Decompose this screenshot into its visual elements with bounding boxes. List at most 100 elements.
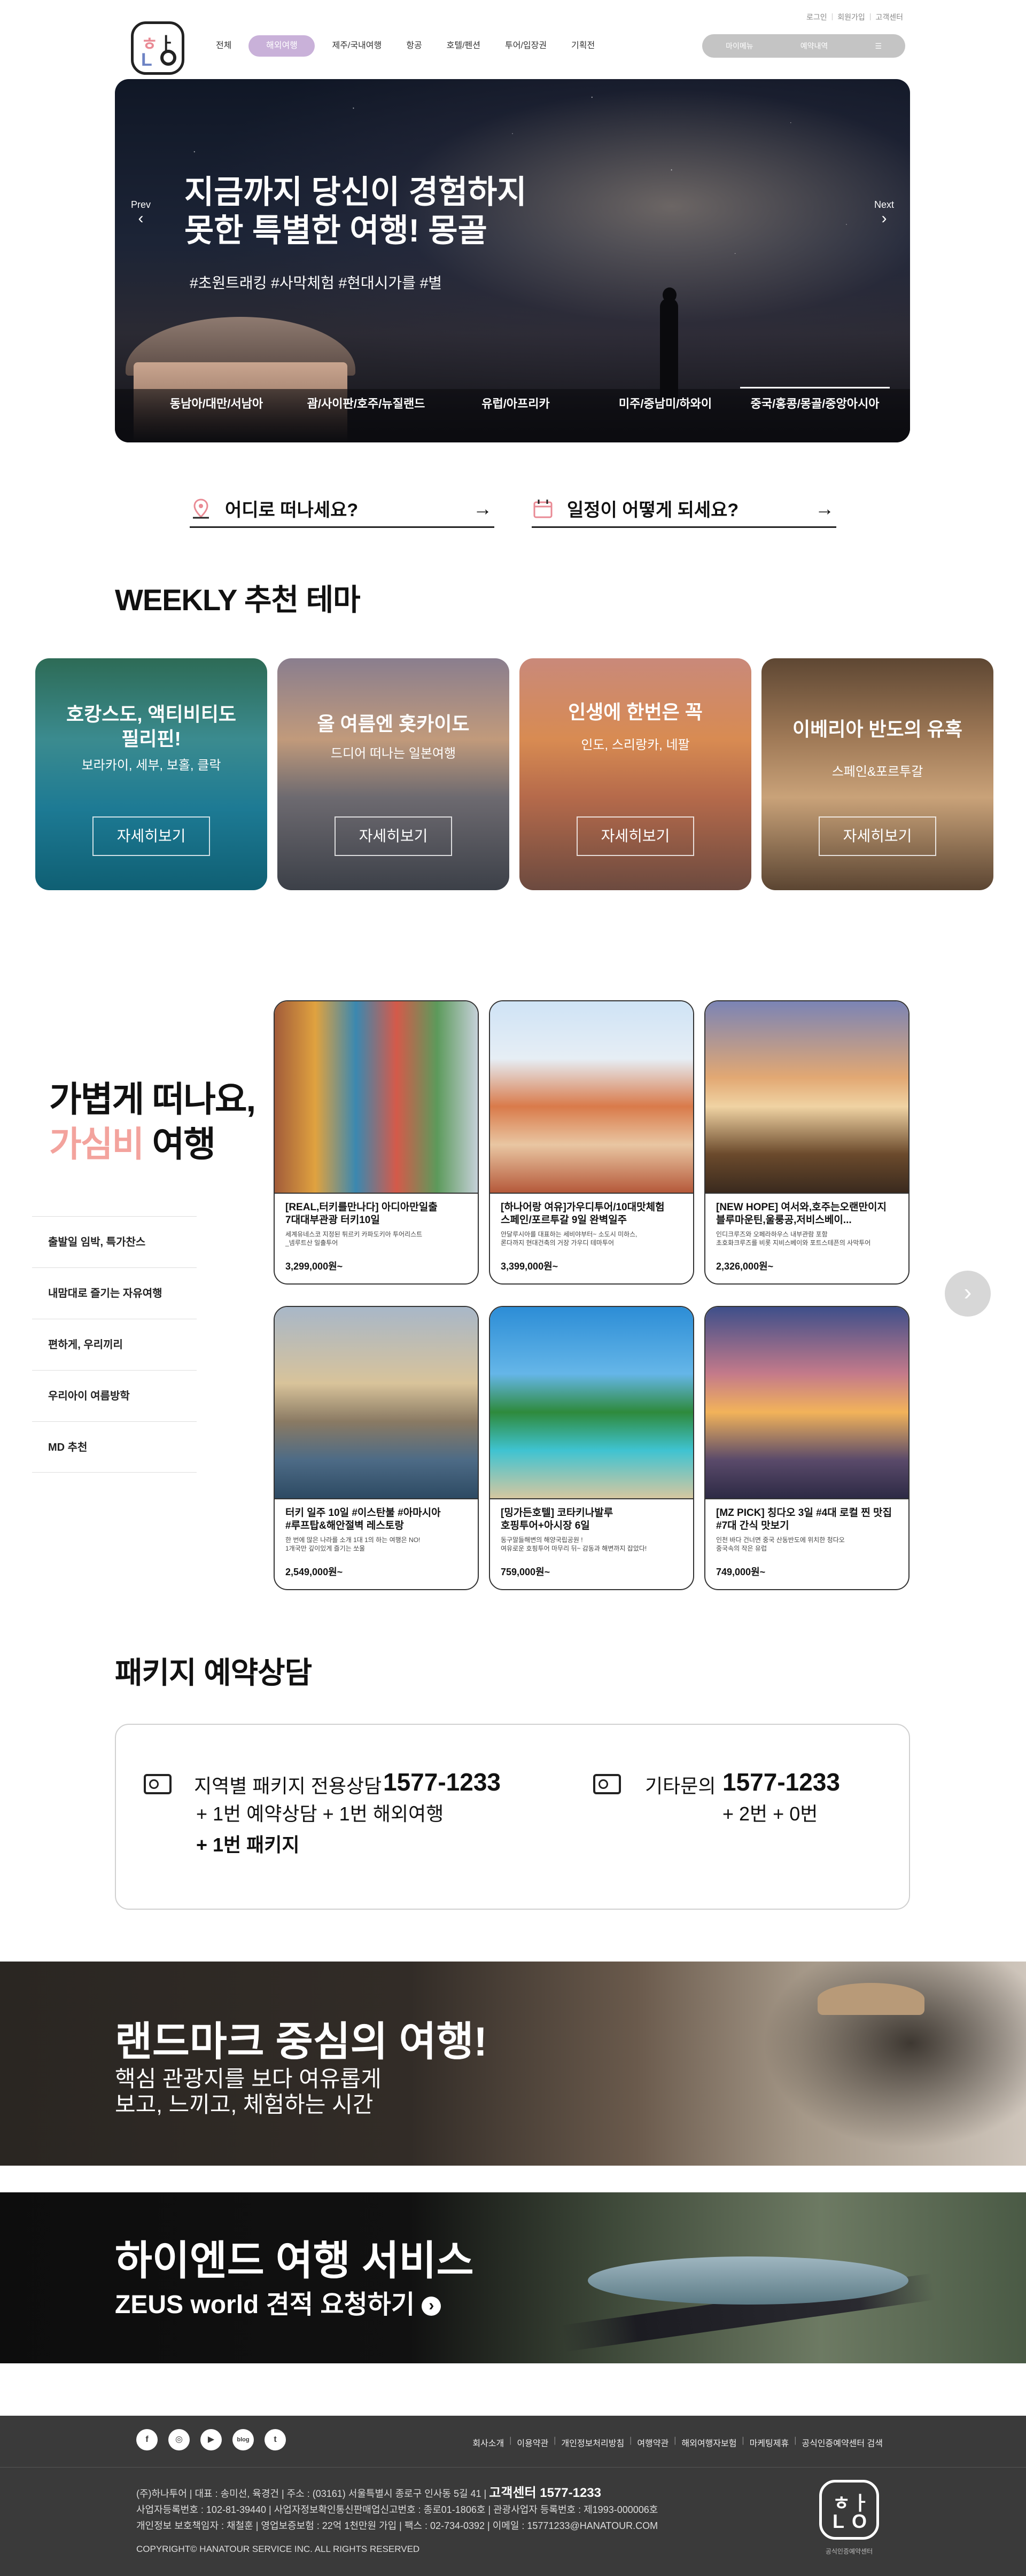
package-description: 인천 바다 건너면 중국 산동반도에 위치한 청다오 중국속의 작은 유럽 xyxy=(716,1536,845,1552)
my-menu-button[interactable]: 마이메뉴 xyxy=(726,41,753,51)
footer-link-terms[interactable]: 이용약관 xyxy=(517,2436,548,2449)
package-name: 터키 일주 10일 #이스탄불 #아마시아 #루프탑&해안절벽 레스토랑 xyxy=(285,1507,441,1531)
hero-prev-button[interactable]: Prev ‹ xyxy=(131,199,151,227)
banner-title: 하이엔드 여행 서비스 xyxy=(115,2238,474,2284)
nav-item-domestic[interactable]: 제주/국내여행 xyxy=(324,35,389,57)
package-card[interactable]: [MZ PICK] 칭다오 3일 #4대 로컬 찐 맛집 #7대 간식 맛보기 … xyxy=(704,1306,910,1590)
nav-item-promotion[interactable]: 기획전 xyxy=(564,35,602,57)
package-price: 2,326,000원~ xyxy=(716,1261,774,1272)
package-description: 한 번에 많은 나라를 소개 1대 1의 하는 여행은 NO! 1개국만 깊이있… xyxy=(285,1536,421,1552)
calendar-icon xyxy=(532,497,554,520)
package-image xyxy=(490,1001,693,1194)
consult-title: 패키지 예약상담 xyxy=(115,1656,312,1690)
package-card[interactable]: 터키 일주 10일 #이스탄불 #아마시아 #루프탑&해안절벽 레스토랑 한 번… xyxy=(274,1306,479,1590)
arrow-right-icon: → xyxy=(815,497,834,519)
chevron-left-icon: ‹ xyxy=(138,209,144,227)
arrow-circle-icon: › xyxy=(422,2297,441,2316)
menu-icon[interactable]: ☰ xyxy=(875,42,882,51)
destination-search[interactable]: 어디로 떠나세요? → xyxy=(190,491,494,528)
theme-card-philippines[interactable]: 호캉스도, 액티비티도 필리핀! 보라카이, 세부, 보홀, 클락 자세히보기 xyxy=(35,658,267,890)
category-item[interactable]: 우리아이 여름방학 xyxy=(32,1370,197,1421)
arrow-right-icon: → xyxy=(473,497,492,519)
package-card[interactable]: [하나어랑 여유]가우디투어/10대맛체험 스페인/포르투갈 9일 완벽일주 안… xyxy=(489,1000,694,1285)
nav-item-all[interactable]: 전체 xyxy=(208,35,239,57)
package-description: 동구말들해변의 해양국립공원 ! 여유로운 호핑투어 마무리 뒤~ 감동과 해변… xyxy=(501,1536,647,1552)
chevron-right-icon: › xyxy=(881,209,887,227)
package-price: 759,000원~ xyxy=(501,1567,550,1577)
package-image xyxy=(705,1001,908,1194)
hero-next-button[interactable]: Next › xyxy=(874,199,894,227)
zeus-request-link[interactable]: ZEUS world 견적 요청하기 › xyxy=(115,2283,441,2321)
package-image xyxy=(275,1307,478,1499)
blog-icon[interactable]: blog xyxy=(232,2429,254,2450)
other-inquiry-label: 기타문의 xyxy=(645,1775,716,1797)
theme-card-subtitle: 보라카이, 세부, 보홀, 클락 xyxy=(81,758,221,773)
nav-item-overseas[interactable]: 해외여행 xyxy=(248,35,315,57)
detail-button[interactable]: 자세히보기 xyxy=(819,816,936,856)
category-item[interactable]: 편하게, 우리끼리 xyxy=(32,1319,197,1370)
nav-item-tour[interactable]: 투어/입장권 xyxy=(498,35,554,57)
divider xyxy=(0,2467,1026,2468)
footer-link-insurance[interactable]: 해외여행자보험 xyxy=(681,2436,736,2449)
package-title-rest: 여행 xyxy=(143,1124,216,1164)
customer-center-number: 고객센터 1577-1233 xyxy=(489,2486,601,2500)
signup-link[interactable]: 회원가입 xyxy=(837,12,865,22)
schedule-search[interactable]: 일정이 어떻게 되세요? → xyxy=(532,491,836,528)
theme-card-iberia[interactable]: 이베리아 반도의 유혹 스페인&포르투갈 자세히보기 xyxy=(761,658,993,890)
customer-center-link[interactable]: 고객센터 xyxy=(875,12,903,22)
consult-box: 지역별 패키지 전용상담 1577-1233 + 1번 예약상담 + 1번 해외… xyxy=(115,1724,910,1910)
instagram-icon[interactable]: ◎ xyxy=(168,2429,190,2450)
footer-link-about[interactable]: 회사소개 xyxy=(472,2436,504,2449)
login-link[interactable]: 로그인 xyxy=(806,12,827,22)
tab-americas[interactable]: 미주/중남미/하와이 xyxy=(590,394,740,418)
footer-link-travel-terms[interactable]: 여행약관 xyxy=(637,2436,669,2449)
package-card[interactable]: [NEW HOPE] 여서와,호주는오랜만이지 블루마운틴,울룽공,저비스베이.… xyxy=(704,1000,910,1285)
category-item[interactable]: 출발일 임박, 특가찬스 xyxy=(32,1216,197,1267)
theme-card-india[interactable]: 인생에 한번은 꼭 인도, 스리랑카, 네팔 자세히보기 xyxy=(519,658,751,890)
footer-links: 회사소개 | 이용약관 | 개인정보처리방침 | 여행약관 | 해외여행자보험 | 마케팅… xyxy=(472,2436,883,2449)
package-price: 3,299,000원~ xyxy=(285,1261,343,1272)
carousel-next-button[interactable]: › xyxy=(945,1271,991,1317)
reservations-button[interactable]: 예약내역 xyxy=(800,41,828,51)
footer-link-certified-center[interactable]: 공식인증예약센터 검색 xyxy=(802,2436,883,2449)
nav-item-hotel[interactable]: 호텔/펜션 xyxy=(439,35,488,57)
theme-card-title: 올 여름엔 홋카이도 xyxy=(317,713,470,735)
youtube-icon[interactable]: ▶ xyxy=(200,2429,222,2450)
theme-card-hokkaido[interactable]: 올 여름엔 홋카이도 드디어 떠나는 일본여행 자세히보기 xyxy=(277,658,509,890)
tab-china-mongolia[interactable]: 중국/홍콩/몽골/중앙아시아 xyxy=(740,387,890,418)
site-logo[interactable]: ㅎ ㅏ L xyxy=(131,21,184,75)
theme-card-subtitle: 스페인&포르투갈 xyxy=(831,765,923,779)
detail-button[interactable]: 자세히보기 xyxy=(577,816,694,856)
category-item[interactable]: MD 추천 xyxy=(32,1421,197,1473)
separator: | xyxy=(509,2436,512,2445)
zeus-banner[interactable]: 하이엔드 여행 서비스 ZEUS world 견적 요청하기 › xyxy=(0,2192,1026,2363)
main-nav: 전체 해외여행 제주/국내여행 항공 호텔/펜션 투어/입장권 기획전 xyxy=(208,35,612,57)
footer-logo: ㅎ ㅏ L O xyxy=(819,2480,879,2540)
tab-europe[interactable]: 유럽/아프리카 xyxy=(441,394,590,418)
category-item[interactable]: 내맘대로 즐기는 자유여행 xyxy=(32,1267,197,1319)
nav-item-flight[interactable]: 항공 xyxy=(399,35,429,57)
package-image xyxy=(490,1307,693,1499)
copyright: COPYRIGHT© HANATOUR SERVICE INC. ALL RIG… xyxy=(136,2544,420,2554)
package-title-line1: 가볍게 떠나요, xyxy=(49,1079,256,1119)
landmark-banner[interactable]: 랜드마크 중심의 여행! 핵심 관광지를 보다 여유롭게 보고, 느끼고, 체험… xyxy=(0,1962,1026,2166)
other-inquiry-number[interactable]: 1577-1233 xyxy=(722,1768,840,1796)
info-line: 개인정보 보호책임자 : 채철훈 | 영업보증보험 : 22억 1천만원 가입 … xyxy=(136,2520,658,2531)
separator: | xyxy=(794,2436,797,2445)
tab-guam-oceania[interactable]: 괌/사이판/호주/뉴질랜드 xyxy=(291,394,441,418)
package-card[interactable]: [밍가든호텔] 코타키나발루 호핑투어+아시장 6일 동구말들해변의 해양국립공… xyxy=(489,1306,694,1590)
footer-link-privacy[interactable]: 개인정보처리방침 xyxy=(561,2436,624,2449)
package-image xyxy=(275,1001,478,1194)
detail-button[interactable]: 자세히보기 xyxy=(335,816,452,856)
regional-consult-number[interactable]: 1577-1233 xyxy=(383,1768,501,1796)
package-card[interactable]: [REAL,터키를만나다] 아디아만일출 7대대부관광 터키10일 세계유네스코… xyxy=(274,1000,479,1285)
destination-label: 어디로 떠나세요? xyxy=(225,500,359,520)
detail-button[interactable]: 자세히보기 xyxy=(92,816,210,856)
footer-link-marketing[interactable]: 마케팅제휴 xyxy=(750,2436,789,2449)
theme-card-title: 이베리아 반도의 유혹 xyxy=(792,718,963,740)
id-card-icon xyxy=(144,1774,172,1794)
twitter-icon[interactable]: t xyxy=(265,2429,286,2450)
facebook-icon[interactable]: f xyxy=(136,2429,158,2450)
tab-southeast-asia[interactable]: 동남아/대만/서남아 xyxy=(142,394,291,418)
footer-logo-caption: 공식인증예약센터 xyxy=(825,2548,873,2555)
